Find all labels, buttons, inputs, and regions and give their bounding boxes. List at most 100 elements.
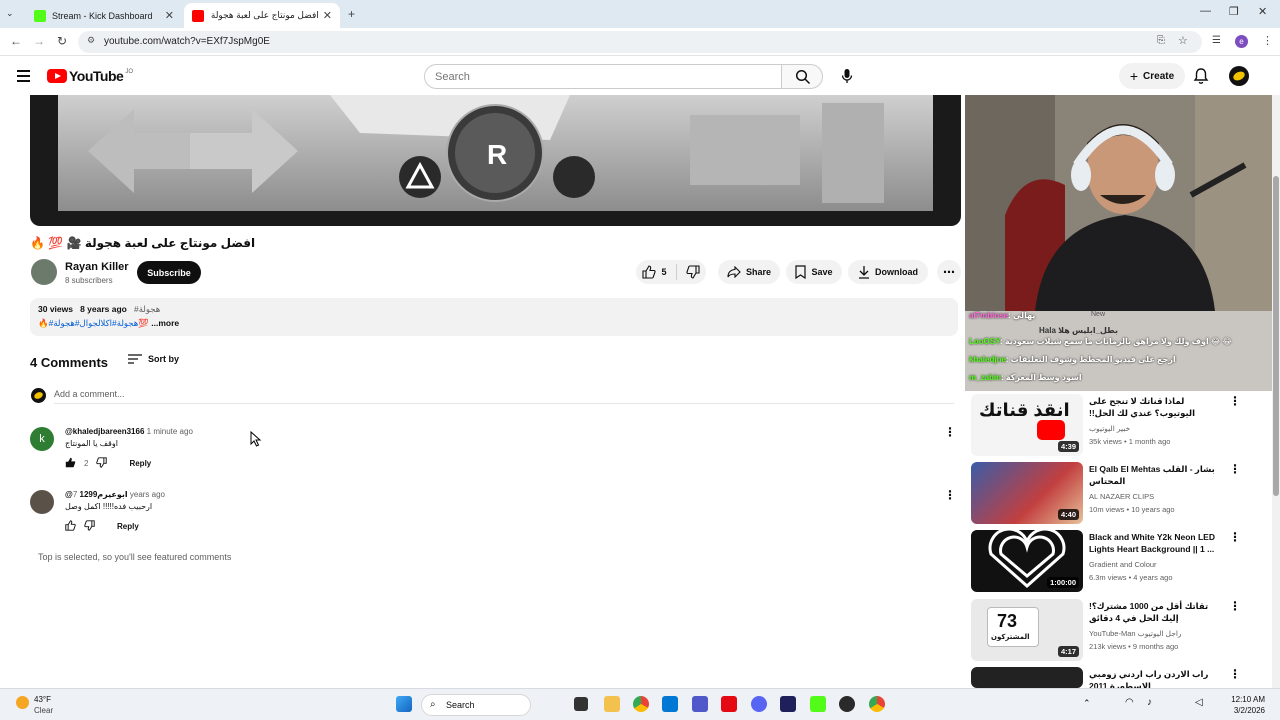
- teams-icon[interactable]: [692, 696, 708, 712]
- new-tab-icon[interactable]: +: [348, 7, 355, 21]
- description-hashtags[interactable]: 🔥#هجولة#اكلالجوال#هجولة💯: [38, 318, 149, 328]
- chrome-icon[interactable]: [633, 696, 649, 712]
- netflix-icon[interactable]: [721, 696, 737, 712]
- related-channel[interactable]: AL NAZAER CLIPS: [1089, 492, 1154, 501]
- discord-icon[interactable]: [751, 696, 767, 712]
- description-hashtag[interactable]: #هجولة: [134, 304, 160, 314]
- browser-menu-icon[interactable]: ⋮: [1262, 34, 1273, 47]
- search-input[interactable]: [425, 65, 781, 88]
- search-box[interactable]: [424, 64, 782, 89]
- commenter-avatar[interactable]: k: [30, 427, 54, 451]
- close-window-icon[interactable]: ✕: [1258, 5, 1267, 18]
- notifications-button[interactable]: [1193, 67, 1209, 88]
- like-button[interactable]: 5: [642, 265, 667, 279]
- add-comment-field[interactable]: Add a comment...: [54, 389, 954, 404]
- profile-avatar[interactable]: e: [1235, 35, 1248, 48]
- scrollbar-thumb[interactable]: [1273, 176, 1279, 496]
- related-title[interactable]: Black and White Y2k Neon LED Lights Hear…: [1089, 531, 1224, 555]
- comment-menu-icon[interactable]: ⋮: [944, 425, 956, 439]
- channel-avatar[interactable]: [31, 259, 57, 285]
- related-menu-icon[interactable]: ⋮: [1229, 394, 1241, 408]
- related-video-item[interactable]: راب الاردن راب اردني زومبي الاسطورة 2011…: [971, 667, 1256, 688]
- sort-by-button[interactable]: Sort by: [128, 354, 179, 364]
- taskbar-clock[interactable]: 12:10 AM 3/2/2026: [1225, 694, 1265, 716]
- share-button[interactable]: Share: [718, 260, 780, 284]
- comment-menu-icon[interactable]: ⋮: [944, 488, 956, 502]
- close-tab-icon[interactable]: ✕: [323, 9, 332, 22]
- download-button[interactable]: Download: [848, 260, 928, 284]
- comment-like-button[interactable]: [65, 520, 76, 533]
- related-menu-icon[interactable]: ⋮: [1229, 462, 1241, 476]
- video-thumbnail[interactable]: 73 المشتركون 4:17: [971, 599, 1083, 661]
- tab-youtube-video[interactable]: افضل مونتاج على لعبة هجولة 🎥 ! ✕: [184, 3, 340, 28]
- forward-icon[interactable]: →: [33, 34, 45, 48]
- comment-dislike-button[interactable]: [84, 520, 95, 533]
- more-actions-button[interactable]: ⋯: [937, 260, 961, 284]
- reload-icon[interactable]: ↻: [57, 34, 67, 48]
- hamburger-menu-icon[interactable]: [17, 70, 30, 85]
- outlook-icon[interactable]: [662, 696, 678, 712]
- mic-tray-icon[interactable]: ♪: [1147, 697, 1152, 708]
- subscribe-button[interactable]: Subscribe: [137, 261, 201, 284]
- related-video-item[interactable]: 4:40 El Qalb El Mehtas بشار - القلب المح…: [971, 462, 1256, 524]
- video-thumbnail[interactable]: [971, 667, 1083, 688]
- comment-reply-button[interactable]: Reply: [117, 522, 139, 531]
- install-app-icon[interactable]: ⎘: [1157, 35, 1165, 46]
- comment-reply-button[interactable]: Reply: [129, 459, 151, 468]
- like-count: 5: [661, 267, 667, 277]
- commenter-avatar[interactable]: [30, 490, 54, 514]
- save-button[interactable]: Save: [786, 260, 842, 284]
- wifi-icon[interactable]: ◠: [1125, 697, 1134, 708]
- related-menu-icon[interactable]: ⋮: [1229, 667, 1241, 681]
- thumbs-down-icon[interactable]: [685, 265, 700, 279]
- tab-search-icon[interactable]: ⌄: [6, 8, 14, 19]
- comment-dislike-button[interactable]: [96, 457, 108, 470]
- related-title[interactable]: El Qalb El Mehtas بشار - القلب المحتاس: [1089, 463, 1224, 487]
- related-channel[interactable]: Gradient and Colour: [1089, 560, 1157, 569]
- related-title[interactable]: لماذا قناتك لا تنجح على اليوتيوب؟ عندي ل…: [1089, 395, 1224, 419]
- related-video-item[interactable]: انقذ قناتك 4:39 لماذا قناتك لا تنجح على …: [971, 394, 1256, 456]
- file-explorer-icon[interactable]: [604, 696, 620, 712]
- close-tab-icon[interactable]: ✕: [165, 9, 174, 22]
- comment-author[interactable]: @khaledjbareen3166: [65, 427, 144, 436]
- back-icon[interactable]: ←: [10, 34, 22, 48]
- tab-kick-dashboard[interactable]: Stream - Kick Dashboard ✕: [26, 3, 182, 28]
- related-title[interactable]: راب الاردن راب اردني زومبي الاسطورة 2011: [1089, 668, 1224, 688]
- related-channel[interactable]: خبير اليوتيوب: [1089, 424, 1130, 433]
- channel-name[interactable]: Rayan Killer: [65, 261, 129, 273]
- related-channel[interactable]: YouTube-Man راجل اليوتيوب: [1089, 629, 1182, 638]
- omnibox[interactable]: ⚙ youtube.com/watch?v=EXf7JspMg0E ⎘ ☆: [78, 31, 1202, 53]
- description-box[interactable]: 30 views 8 years ago #هجولة 🔥#هجولة#اكلا…: [30, 298, 958, 336]
- volume-icon[interactable]: ◁: [1195, 697, 1203, 708]
- video-thumbnail[interactable]: 4:40: [971, 462, 1083, 524]
- site-info-icon[interactable]: ⚙: [87, 35, 95, 46]
- youtube-logo[interactable]: YouTube JO: [47, 68, 133, 84]
- bookmark-star-icon[interactable]: ☆: [1178, 34, 1188, 47]
- taskbar-search[interactable]: ⌕ Search: [421, 694, 531, 716]
- comment-like-button[interactable]: [65, 457, 76, 470]
- voice-search-button[interactable]: [836, 65, 858, 87]
- related-title[interactable]: تقاتك أقل من 1000 مشترك؟! إليك الحل في 4…: [1089, 600, 1224, 624]
- tray-chevron-icon[interactable]: ⌃: [1083, 698, 1091, 709]
- show-more-link[interactable]: ...more: [151, 318, 179, 328]
- minimize-icon[interactable]: —: [1200, 5, 1211, 17]
- reading-list-icon[interactable]: ☰: [1212, 35, 1221, 46]
- maximize-icon[interactable]: ❐: [1229, 5, 1239, 18]
- premiere-icon[interactable]: [780, 696, 796, 712]
- obs-icon[interactable]: [839, 696, 855, 712]
- related-video-item[interactable]: 73 المشتركون 4:17 تقاتك أقل من 1000 مشتر…: [971, 599, 1256, 661]
- task-view-icon[interactable]: [574, 697, 588, 711]
- video-player[interactable]: R: [30, 95, 961, 226]
- create-button[interactable]: + Create: [1119, 63, 1185, 89]
- search-button[interactable]: [781, 64, 823, 89]
- account-avatar[interactable]: [1229, 66, 1249, 86]
- video-thumbnail[interactable]: 1:00:00: [971, 530, 1083, 592]
- related-video-item[interactable]: 1:00:00 Black and White Y2k Neon LED Lig…: [971, 530, 1256, 592]
- related-menu-icon[interactable]: ⋮: [1229, 530, 1241, 544]
- related-menu-icon[interactable]: ⋮: [1229, 599, 1241, 613]
- comment-time[interactable]: 1 minute ago: [147, 427, 193, 436]
- chrome-active-icon[interactable]: [869, 696, 885, 712]
- video-thumbnail[interactable]: انقذ قناتك 4:39: [971, 394, 1083, 456]
- start-windows-icon[interactable]: [396, 696, 412, 712]
- kick-app-icon[interactable]: [810, 696, 826, 712]
